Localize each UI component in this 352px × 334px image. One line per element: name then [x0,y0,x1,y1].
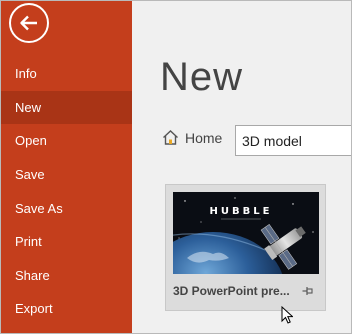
nav-item-share[interactable]: Share [0,259,132,293]
template-thumbnail: HUBBLE [173,192,319,274]
nav-item-export[interactable]: Export [0,292,132,326]
back-button[interactable] [9,3,49,43]
thumbnail-title: HUBBLE [210,206,273,217]
pin-icon[interactable] [302,286,314,296]
home-label: Home [185,129,223,146]
page-title: New [160,55,244,99]
nav-item-save-as[interactable]: Save As [0,191,132,225]
nav-item-info[interactable]: Info [0,57,132,91]
template-search-input[interactable] [235,125,352,156]
nav-item-open[interactable]: Open [0,124,132,158]
backstage-nav: Info New Open Save Save As Print Share E… [0,57,132,326]
main-panel: New Home 3D model HUBBLE 3D PowerPoint p… [132,0,352,334]
nav-item-new[interactable]: New [0,90,132,125]
home-breadcrumb[interactable]: Home [162,129,222,146]
backstage-sidebar: Info New Open Save Save As Print Share E… [0,0,132,334]
mouse-pointer-icon [281,306,293,324]
nav-item-print[interactable]: Print [0,225,132,259]
nav-item-save[interactable]: Save [0,158,132,192]
back-arrow-icon [20,15,37,31]
template-label: 3D PowerPoint pre... [173,284,290,298]
home-icon [163,130,178,145]
template-card[interactable]: HUBBLE 3D PowerPoint pre... [165,184,326,311]
